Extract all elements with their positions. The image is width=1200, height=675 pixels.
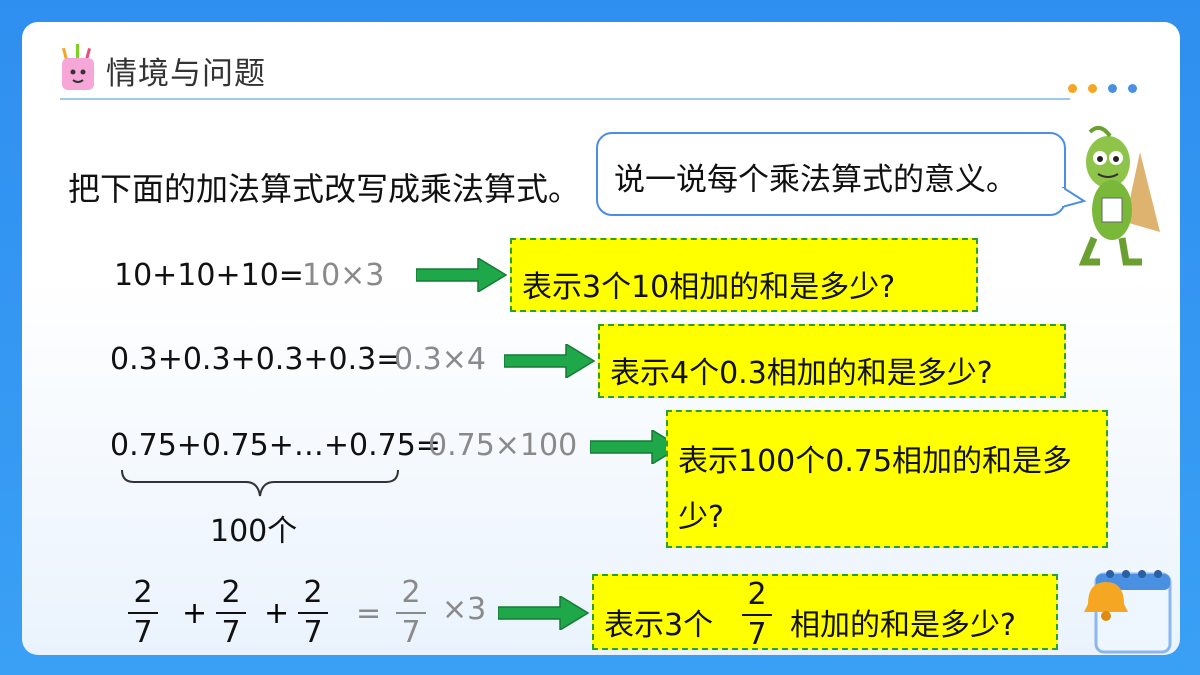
meaning-text-1: 表示3个10相加的和是多少? bbox=[522, 270, 896, 305]
meaning-box-1: 表示3个10相加的和是多少? bbox=[510, 238, 978, 312]
meaning-box-3: 表示100个0.75相加的和是多 少? bbox=[666, 410, 1108, 548]
equals-sign: = bbox=[356, 596, 382, 631]
decor-dot bbox=[1108, 84, 1117, 93]
meaning-text-2: 表示4个0.3相加的和是多少? bbox=[610, 356, 993, 391]
fraction: 27 bbox=[216, 576, 246, 650]
title-divider bbox=[60, 98, 1070, 100]
meaning-fraction: 27 bbox=[742, 578, 772, 652]
meaning-box-4: 表示3个 27 相加的和是多少? bbox=[592, 574, 1058, 652]
row2-expression: 0.3+0.3+0.3+0.3= bbox=[110, 342, 402, 377]
brace-label: 100个 bbox=[210, 514, 298, 549]
meaning-prefix: 表示3个 bbox=[604, 608, 714, 643]
meaning-text-3b: 少? bbox=[678, 500, 724, 535]
arrow-icon bbox=[498, 596, 590, 630]
slide-card: 情境与问题 把下面的加法算式改写成乘法算式。 说一说每个乘法算式的意义。 10+… bbox=[22, 22, 1180, 655]
row2-answer: 0.3×4 bbox=[394, 342, 486, 377]
arrow-icon bbox=[416, 258, 508, 292]
pencil-cup-icon bbox=[58, 42, 98, 92]
meaning-box-2: 表示4个0.3相加的和是多少? bbox=[598, 324, 1066, 398]
plus-sign: + bbox=[182, 596, 208, 631]
plus-sign: + bbox=[264, 596, 290, 631]
row3-answer: 0.75×100 bbox=[428, 428, 578, 463]
fraction: 27 bbox=[298, 576, 328, 650]
answer-fraction: 27 bbox=[396, 576, 426, 650]
fraction: 27 bbox=[128, 576, 158, 650]
meaning-suffix: 相加的和是多少? bbox=[790, 608, 1016, 643]
pea-mascot-icon bbox=[1078, 125, 1160, 266]
speech-bubble: 说一说每个乘法算式的意义。 bbox=[596, 132, 1066, 216]
row3-expression: 0.75+0.75+…+0.75= bbox=[110, 428, 441, 463]
page-title: 情境与问题 bbox=[106, 56, 266, 92]
row1-expression: 10+10+10= bbox=[114, 258, 304, 293]
decor-dot bbox=[1068, 84, 1077, 93]
brace-icon bbox=[121, 469, 399, 497]
decor-dot bbox=[1088, 84, 1097, 93]
bubble-text: 说一说每个乘法算式的意义。 bbox=[614, 162, 1017, 198]
meaning-text-3a: 表示100个0.75相加的和是多 bbox=[678, 444, 1073, 479]
times-three: ×3 bbox=[442, 592, 487, 627]
instruction-text: 把下面的加法算式改写成乘法算式。 bbox=[68, 170, 581, 208]
row1-answer: 10×3 bbox=[302, 258, 385, 293]
notebook-bell-icon bbox=[1084, 570, 1172, 654]
decor-dot bbox=[1128, 84, 1137, 93]
arrow-icon bbox=[504, 344, 596, 378]
